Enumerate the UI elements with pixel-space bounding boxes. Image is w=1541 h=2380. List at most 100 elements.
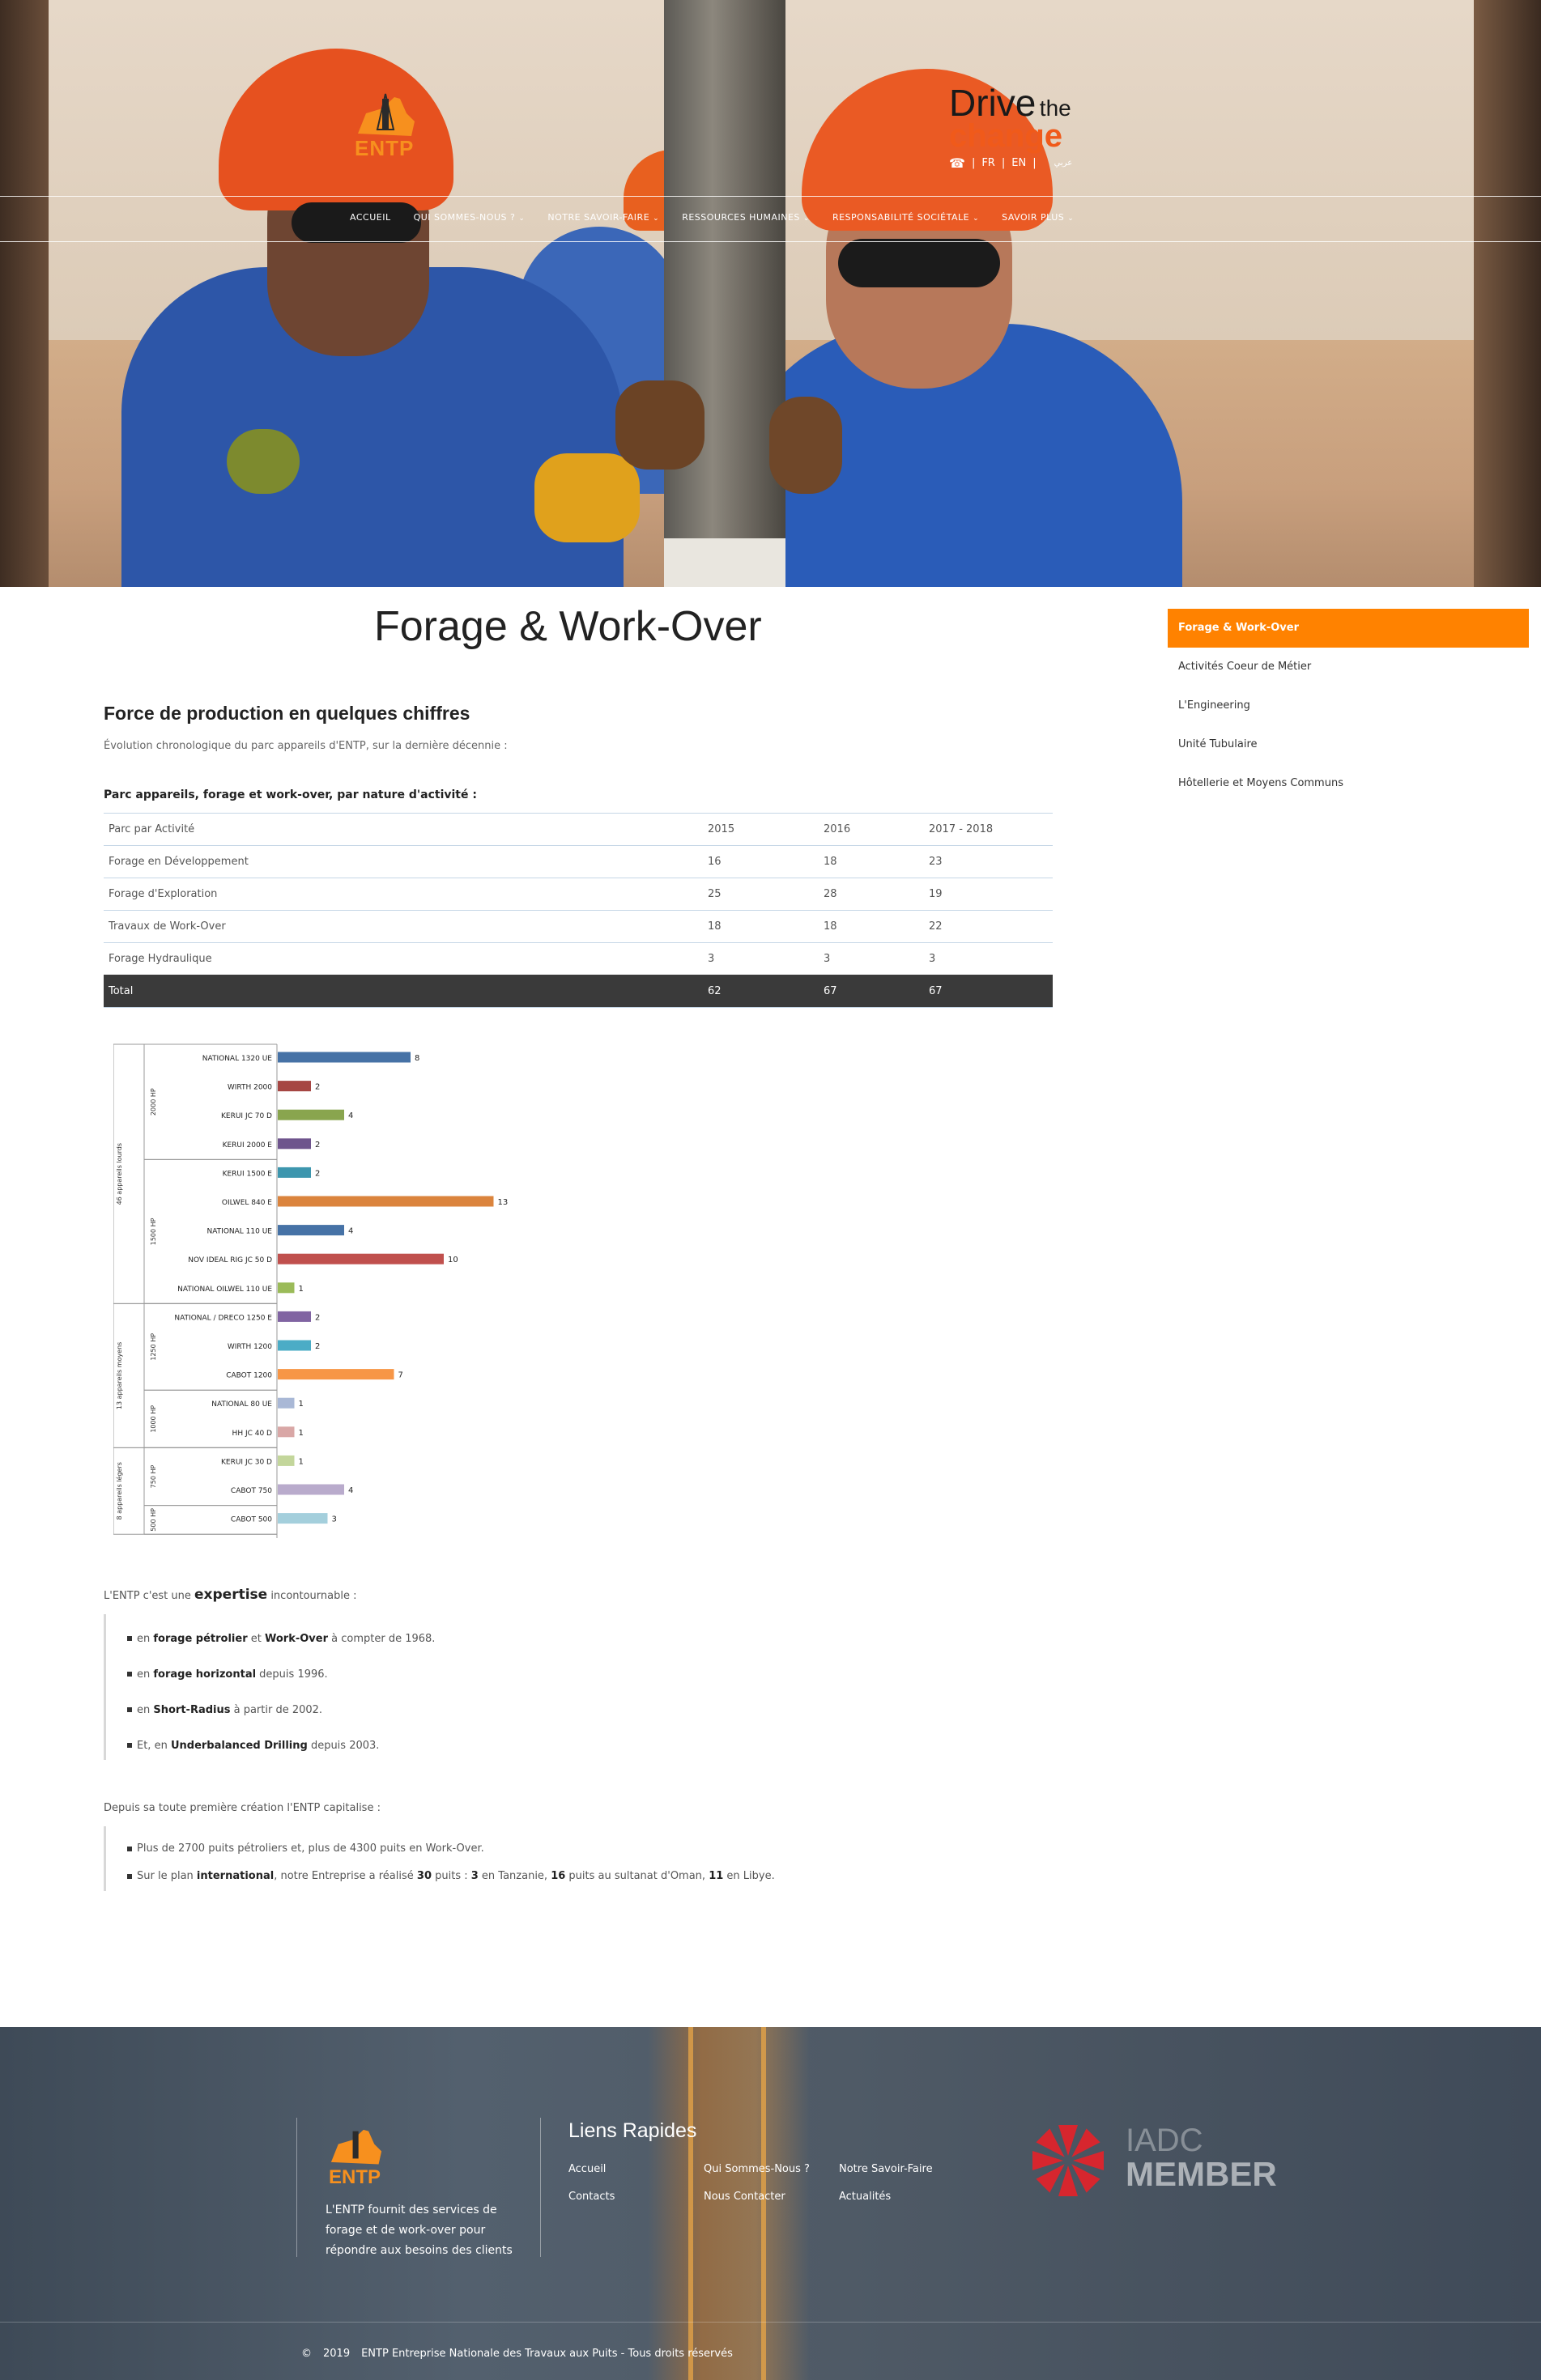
chart-bar	[278, 1311, 311, 1322]
expertise-keyword: expertise	[194, 1587, 268, 1603]
hero-glasses-right	[838, 239, 1000, 287]
footer-link-nous-contacter[interactable]: Nous Contacter	[704, 2191, 785, 2203]
footer-links-title: Liens Rapides	[568, 2119, 697, 2142]
sidebar-menu: Forage & Work-Over Activités Coeur de Mé…	[1168, 609, 1529, 803]
chart-bar	[278, 1340, 311, 1351]
chart-value-label: 3	[332, 1515, 337, 1524]
logo-text[interactable]: ENTP	[355, 136, 414, 161]
phone-icon[interactable]: ☎	[949, 155, 965, 171]
footer-divider	[540, 2118, 541, 2257]
capitalise-list: Plus de 2700 puits pétroliers et, plus d…	[127, 1826, 913, 1882]
chart-value-label: 1	[299, 1429, 304, 1438]
table-cell: 3	[819, 942, 924, 975]
hero-glove-brown-right	[769, 397, 842, 494]
list-bold: 11	[709, 1870, 724, 1882]
list-text: puits :	[432, 1870, 471, 1882]
chart-hp-label: 2000 HP	[150, 1088, 157, 1116]
main-navigation: ACCUEIL QUI SOMMES-NOUS ? ⌄ NOTRE SAVOIR-…	[350, 212, 1096, 223]
table-cell: 19	[924, 878, 1053, 911]
sidebar-item-activites[interactable]: Activités Coeur de Métier	[1168, 648, 1529, 686]
footer-link-savoir-faire[interactable]: Notre Savoir-Faire	[839, 2163, 933, 2175]
nav-item-responsabilite[interactable]: RESPONSABILITÉ SOCIÉTALE ⌄	[832, 212, 979, 223]
table-row: Forage Hydraulique 3 3 3	[104, 942, 1053, 975]
nav-item-ressources-humaines[interactable]: RESSOURCES HUMAINES ⌄	[682, 212, 810, 223]
nav-item-savoir-faire[interactable]: NOTRE SAVOIR-FAIRE ⌄	[547, 212, 659, 223]
list-bold: Underbalanced Drilling	[170, 1740, 308, 1752]
table-total-cell: 67	[819, 975, 924, 1008]
copyright-icon: ©	[301, 2348, 312, 2360]
list-item: Plus de 2700 puits pétroliers et, plus d…	[127, 1826, 913, 1855]
sidebar-item-engineering[interactable]: L'Engineering	[1168, 686, 1529, 725]
hero-rig-post-right	[1474, 0, 1541, 587]
chart-bar	[278, 1426, 295, 1438]
footer-link-actualites[interactable]: Actualités	[839, 2191, 891, 2203]
capitalise-intro: Depuis sa toute première création l'ENTP…	[104, 1802, 381, 1814]
table-header-row: Parc par Activité 2015 2016 2017 - 2018	[104, 813, 1053, 846]
table-cell: 3	[924, 942, 1053, 975]
chart-bar	[278, 1397, 295, 1409]
sidebar-item-unite-tubulaire[interactable]: Unité Tubulaire	[1168, 725, 1529, 764]
chart-value-label: 1	[299, 1457, 304, 1466]
footer-logo-text[interactable]: ENTP	[329, 2166, 381, 2189]
lang-fr-link[interactable]: FR	[981, 157, 995, 169]
footer-rig-beam	[761, 2027, 766, 2380]
chart-category-label: KERUI 2000 E	[223, 1141, 273, 1150]
slogan-drive: Drive the	[949, 84, 1071, 121]
nav-label: QUI SOMMES-NOUS ?	[413, 212, 516, 223]
sidebar-item-forage-work-over[interactable]: Forage & Work-Over	[1168, 609, 1529, 648]
chart-hp-label: 1000 HP	[150, 1405, 157, 1433]
list-bold: Short-Radius	[153, 1704, 231, 1716]
chart-hp-label: 750 HP	[150, 1465, 157, 1489]
table-header-cell: 2015	[703, 813, 819, 846]
table-cell: 22	[924, 910, 1053, 943]
hero-rig-post-left	[0, 0, 49, 587]
footer-link-qui-sommes-nous[interactable]: Qui Sommes-Nous ?	[704, 2163, 810, 2175]
table-cell: 23	[924, 845, 1053, 878]
list-text: à partir de 2002.	[230, 1704, 323, 1716]
copyright-text: ENTP Entreprise Nationale des Travaux au…	[361, 2348, 733, 2360]
lang-separator: |	[1001, 157, 1006, 169]
nav-item-accueil[interactable]: ACCUEIL	[350, 212, 391, 223]
footer-bottom-divider	[0, 2322, 1541, 2323]
footer-rig-glow	[648, 2027, 810, 2380]
chart-value-label: 7	[398, 1371, 403, 1380]
chart-value-label: 1	[299, 1400, 304, 1409]
table-cell: 18	[703, 910, 819, 943]
chart-category-label: NOV IDEAL RIG JC 50 D	[188, 1256, 272, 1264]
nav-label: SAVOIR PLUS	[1002, 212, 1065, 223]
capitalise-blockquote: Plus de 2700 puits pétroliers et, plus d…	[104, 1826, 913, 1891]
table-caption: Parc appareils, forage et work-over, par…	[104, 788, 477, 801]
chart-category-label: HH JC 40 D	[232, 1430, 273, 1438]
expertise-intro: L'ENTP c'est une expertise incontournabl…	[104, 1587, 357, 1603]
hero-glove-brown	[615, 380, 705, 470]
chart-category-label: NATIONAL / DRECO 1250 E	[174, 1314, 272, 1322]
nav-item-savoir-plus[interactable]: SAVOIR PLUS ⌄	[1002, 212, 1074, 223]
list-bold: 3	[470, 1870, 479, 1882]
sidebar-item-hotellerie[interactable]: Hôtellerie et Moyens Communs	[1168, 764, 1529, 803]
nav-label: RESPONSABILITÉ SOCIÉTALE	[832, 212, 970, 223]
lang-separator: |	[971, 157, 976, 169]
footer-link-accueil[interactable]: Accueil	[568, 2163, 606, 2175]
list-item: en forage horizontal depuis 1996.	[127, 1650, 509, 1685]
chart-bar	[278, 1167, 311, 1178]
nav-item-qui-sommes-nous[interactable]: QUI SOMMES-NOUS ? ⌄	[414, 212, 526, 223]
site-footer: ENTP L'ENTP fournit des services de fora…	[0, 2027, 1541, 2380]
chart-value-label: 4	[348, 1486, 353, 1495]
nav-label: NOTRE SAVOIR-FAIRE	[547, 212, 650, 223]
chart-category-label: NATIONAL OILWEL 110 UE	[177, 1286, 272, 1294]
table-total-cell: 62	[703, 975, 819, 1008]
list-item: en Short-Radius à partir de 2002.	[127, 1685, 509, 1721]
section-title: Force de production en quelques chiffres	[104, 703, 470, 724]
footer-rig-beam	[688, 2027, 693, 2380]
table-cell: Forage Hydraulique	[104, 942, 703, 975]
chart-value-label: 4	[348, 1111, 353, 1120]
table-row: Forage en Développement 16 18 23	[104, 845, 1053, 878]
lang-ar-link[interactable]: عربي	[1054, 159, 1073, 168]
chart-value-label: 10	[448, 1256, 458, 1264]
table-header-cell: Parc par Activité	[104, 813, 703, 846]
chart-hp-label: 1250 HP	[150, 1333, 157, 1361]
footer-link-contacts[interactable]: Contacts	[568, 2191, 615, 2203]
lang-en-link[interactable]: EN	[1011, 157, 1026, 169]
chart-category-label: WIRTH 2000	[228, 1084, 272, 1092]
lang-separator: |	[1032, 157, 1037, 169]
